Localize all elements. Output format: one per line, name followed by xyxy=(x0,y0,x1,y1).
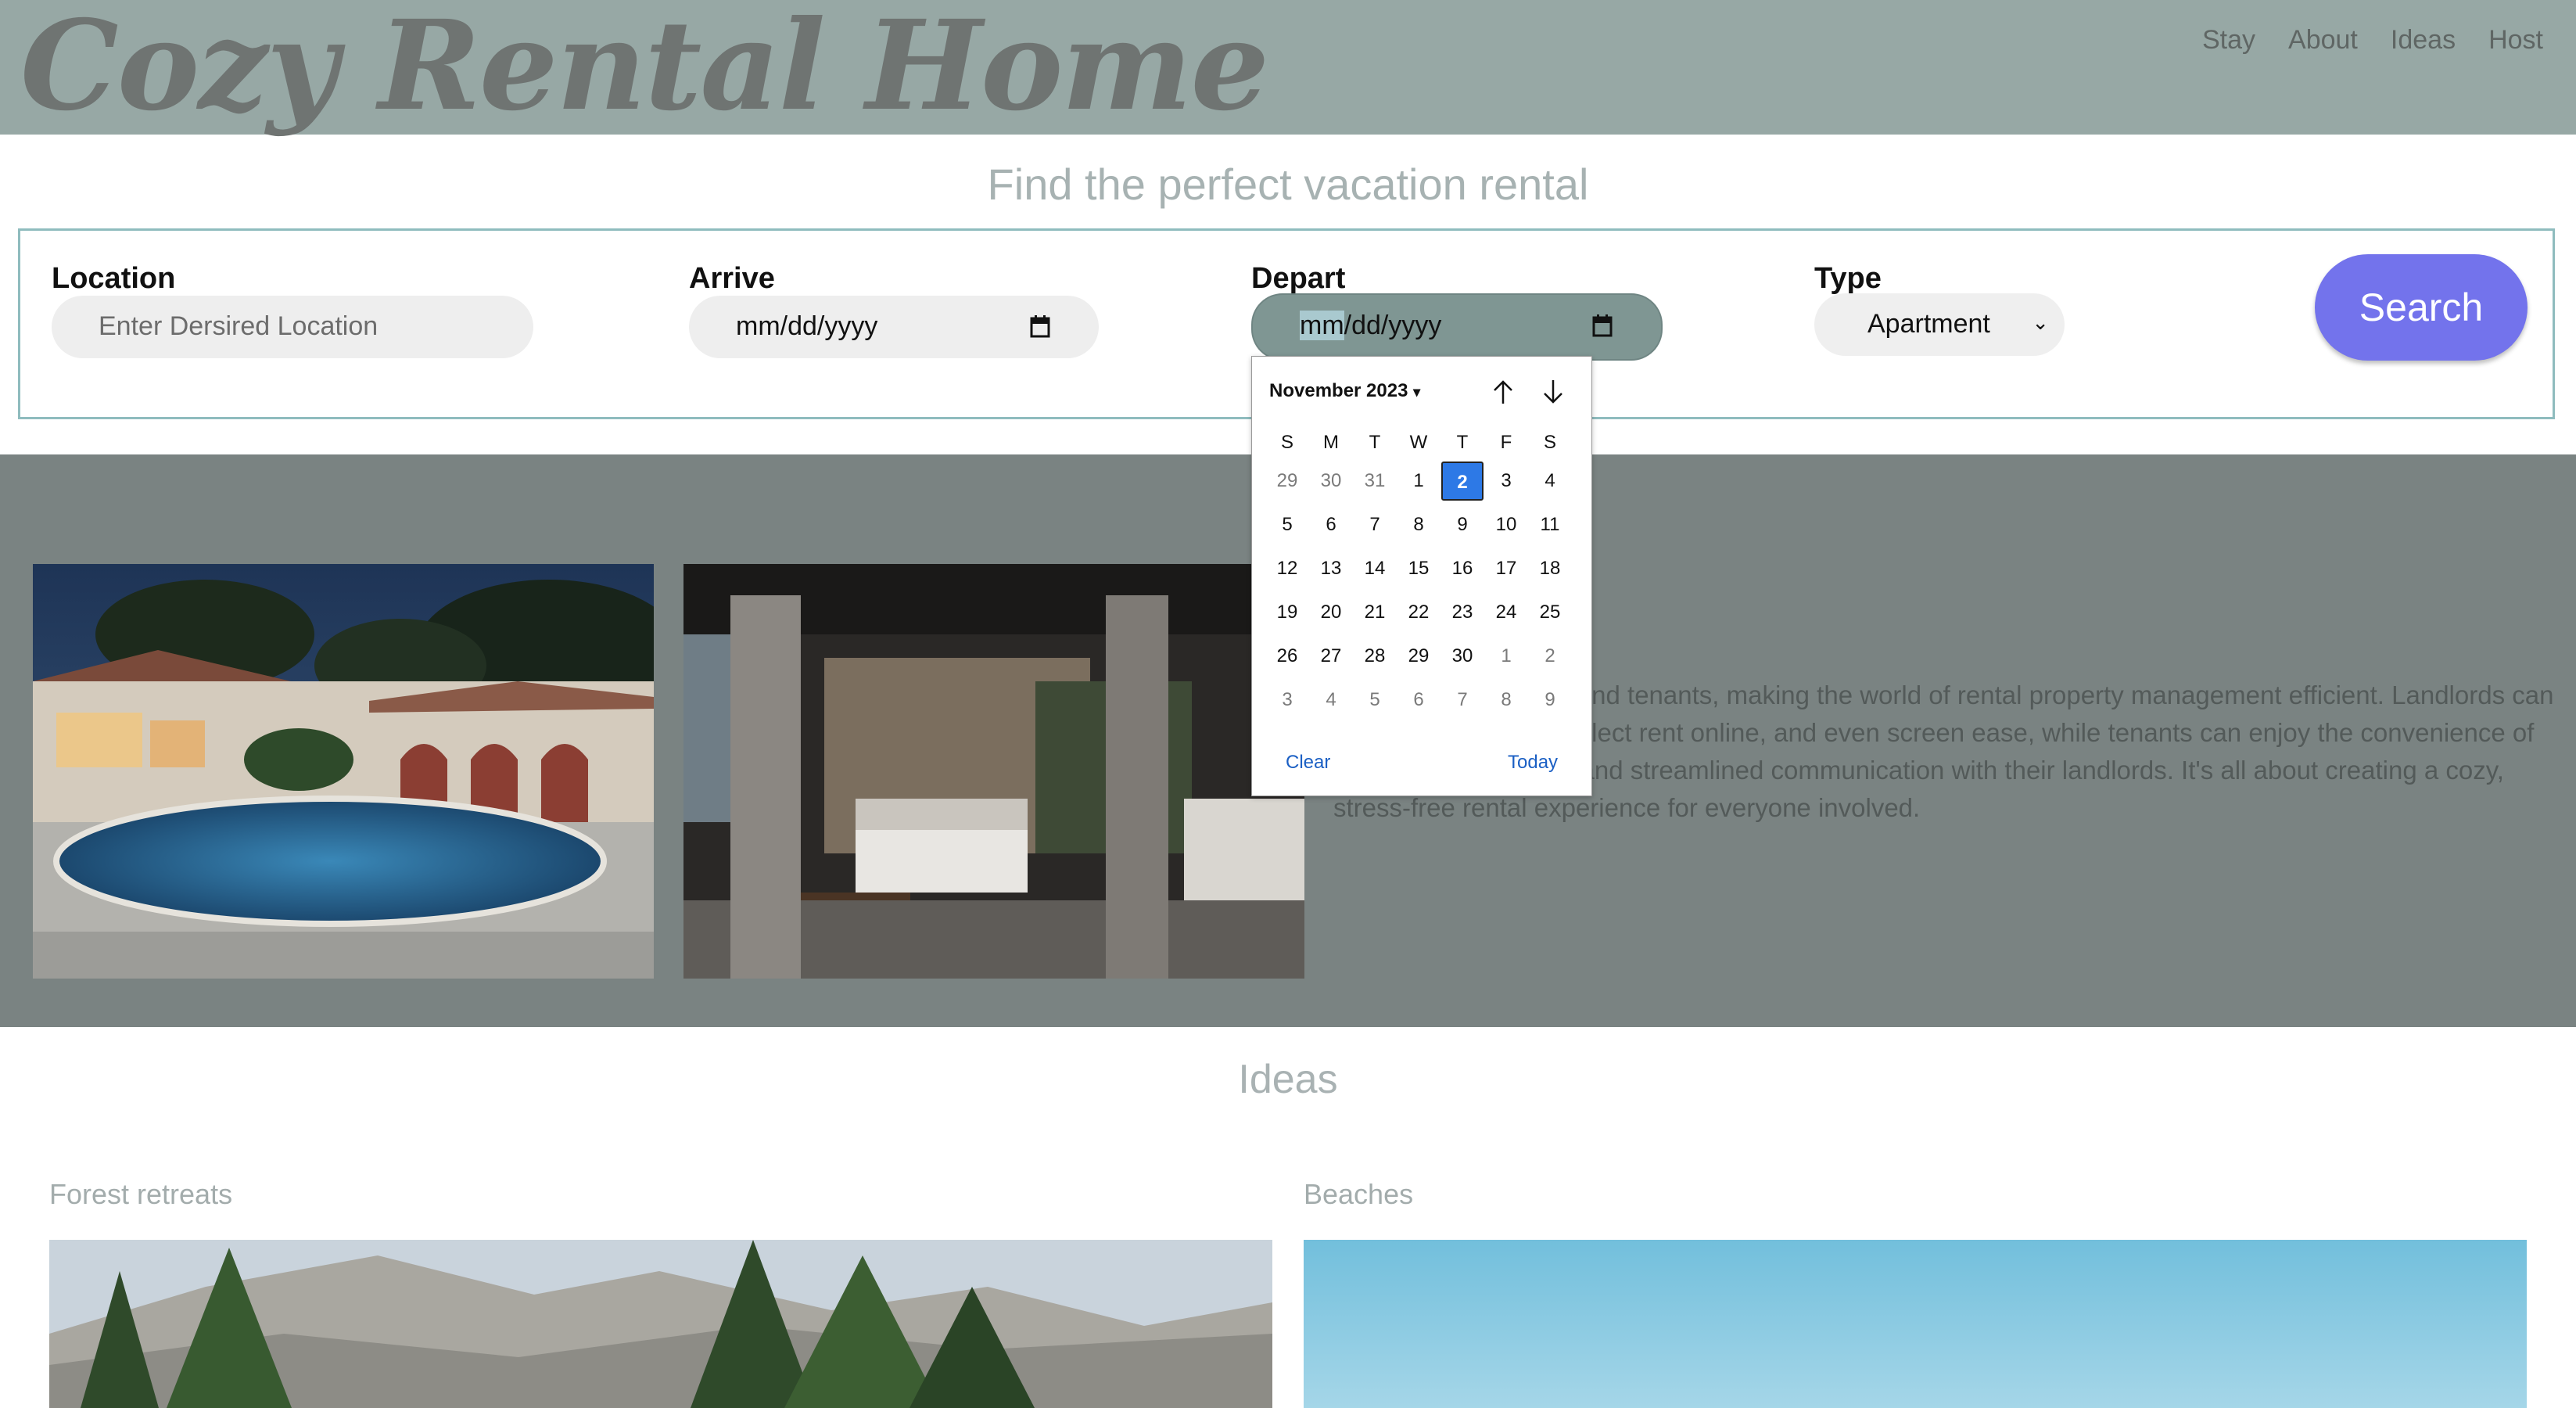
type-select[interactable]: Apartment ⌄ xyxy=(1814,293,2065,356)
nav-host[interactable]: Host xyxy=(2488,25,2543,56)
weekday-header: S xyxy=(1280,432,1293,453)
calendar-day-selected[interactable]: 2 xyxy=(1441,462,1484,501)
calendar-day[interactable]: 3 xyxy=(1485,462,1527,501)
calendar-day[interactable]: 1 xyxy=(1397,462,1440,501)
ideas-heading: Ideas xyxy=(1238,1057,1338,1102)
depart-date-rest: /dd/yyyy xyxy=(1344,311,1442,340)
calendar-day[interactable]: 18 xyxy=(1529,549,1571,588)
calendar-day[interactable]: 11 xyxy=(1529,505,1571,544)
calendar-day[interactable]: 6 xyxy=(1310,505,1352,544)
calendar-icon[interactable] xyxy=(1592,314,1613,337)
beaches-image[interactable] xyxy=(1304,1240,2527,1408)
calendar-day[interactable]: 14 xyxy=(1354,549,1396,588)
arrive-date-input[interactable]: mm/dd/yyyy xyxy=(689,296,1099,358)
search-tagline: Find the perfect vacation rental xyxy=(987,160,1589,209)
calendar-day[interactable]: 12 xyxy=(1266,549,1308,588)
calendar-day[interactable]: 7 xyxy=(1441,681,1484,720)
nav-stay[interactable]: Stay xyxy=(2202,25,2255,56)
forest-retreat-image[interactable] xyxy=(49,1240,1272,1408)
weekday-header: T xyxy=(1369,432,1381,453)
calendar-day[interactable]: 10 xyxy=(1485,505,1527,544)
calendar-day[interactable]: 23 xyxy=(1441,593,1484,632)
nav-about[interactable]: About xyxy=(2288,25,2358,56)
calendar-day[interactable]: 6 xyxy=(1397,681,1440,720)
calendar-day[interactable]: 5 xyxy=(1266,505,1308,544)
calendar-day[interactable]: 29 xyxy=(1397,637,1440,676)
calendar-day[interactable]: 1 xyxy=(1485,637,1527,676)
calendar-day[interactable]: 13 xyxy=(1310,549,1352,588)
calendar-icon[interactable] xyxy=(1030,314,1050,338)
calendar-day[interactable]: 3 xyxy=(1266,681,1308,720)
depart-month-segment[interactable]: mm xyxy=(1300,311,1344,340)
calendar-day[interactable]: 19 xyxy=(1266,593,1308,632)
calendar-day[interactable]: 9 xyxy=(1441,505,1484,544)
calendar-day[interactable]: 29 xyxy=(1266,462,1308,501)
month-year-dropdown[interactable]: November 2023 ▾ xyxy=(1269,380,1420,402)
caret-down-icon: ▾ xyxy=(1413,384,1421,400)
date-picker-popup: November 2023 ▾ S M T W T F S 29 30 31 1 2 3 4 5 6 7 8 9 10… xyxy=(1251,356,1592,796)
depart-date-value: mm/dd/yyyy xyxy=(1300,311,1441,341)
site-logo[interactable]: Cozy Rental Home xyxy=(20,0,1269,138)
location-label: Location xyxy=(52,262,176,295)
main-nav: Stay About Ideas Host xyxy=(2202,25,2576,56)
idea-title-beaches[interactable]: Beaches xyxy=(1304,1178,1413,1211)
arrow-up-icon[interactable] xyxy=(1488,377,1518,407)
calendar-day[interactable]: 8 xyxy=(1485,681,1527,720)
weekday-header: M xyxy=(1323,432,1339,453)
calendar-day[interactable]: 31 xyxy=(1354,462,1396,501)
location-input[interactable]: Enter Dersired Location xyxy=(52,296,533,358)
villa-pool-image xyxy=(33,564,654,979)
calendar-day[interactable]: 26 xyxy=(1266,637,1308,676)
calendar-day[interactable]: 2 xyxy=(1529,637,1571,676)
calendar-day[interactable]: 30 xyxy=(1310,462,1352,501)
calendar-day[interactable]: 20 xyxy=(1310,593,1352,632)
calendar-day[interactable]: 8 xyxy=(1397,505,1440,544)
arrow-down-icon[interactable] xyxy=(1538,377,1568,407)
nav-ideas[interactable]: Ideas xyxy=(2391,25,2456,56)
calendar-day[interactable]: 22 xyxy=(1397,593,1440,632)
calendar-day[interactable]: 4 xyxy=(1310,681,1352,720)
location-placeholder: Enter Dersired Location xyxy=(99,311,379,341)
depart-label: Depart xyxy=(1251,262,1346,295)
month-year-label: November 2023 xyxy=(1269,380,1408,401)
calendar-day[interactable]: 30 xyxy=(1441,637,1484,676)
idea-title-forest[interactable]: Forest retreats xyxy=(49,1178,232,1211)
calendar-day[interactable]: 16 xyxy=(1441,549,1484,588)
weekday-header: S xyxy=(1543,432,1556,453)
depart-date-input[interactable]: mm/dd/yyyy xyxy=(1251,293,1663,361)
arrive-date-value: mm/dd/yyyy xyxy=(736,311,878,341)
calendar-day[interactable]: 27 xyxy=(1310,637,1352,676)
search-button[interactable]: Search xyxy=(2315,254,2528,361)
type-select-value: Apartment xyxy=(1867,309,1990,339)
clear-date-button[interactable]: Clear xyxy=(1286,752,1330,774)
calendar-day[interactable]: 9 xyxy=(1529,681,1571,720)
weekday-header: F xyxy=(1500,432,1512,453)
calendar-day[interactable]: 21 xyxy=(1354,593,1396,632)
type-label: Type xyxy=(1814,262,1882,295)
calendar-day[interactable]: 4 xyxy=(1529,462,1571,501)
calendar-day[interactable]: 7 xyxy=(1354,505,1396,544)
calendar-day[interactable]: 15 xyxy=(1397,549,1440,588)
site-header: Cozy Rental Home Stay About Ideas Host xyxy=(0,0,2576,138)
calendar-day[interactable]: 5 xyxy=(1354,681,1396,720)
arrive-label: Arrive xyxy=(689,262,775,295)
calendar-day[interactable]: 17 xyxy=(1485,549,1527,588)
calendar-day[interactable]: 25 xyxy=(1529,593,1571,632)
loft-bedroom-image xyxy=(683,564,1304,979)
calendar-day[interactable]: 28 xyxy=(1354,637,1396,676)
weekday-header: W xyxy=(1409,432,1428,453)
weekday-header: T xyxy=(1456,432,1469,453)
chevron-down-icon: ⌄ xyxy=(2032,311,2049,334)
calendar-day[interactable]: 24 xyxy=(1485,593,1527,632)
today-button[interactable]: Today xyxy=(1508,752,1558,774)
